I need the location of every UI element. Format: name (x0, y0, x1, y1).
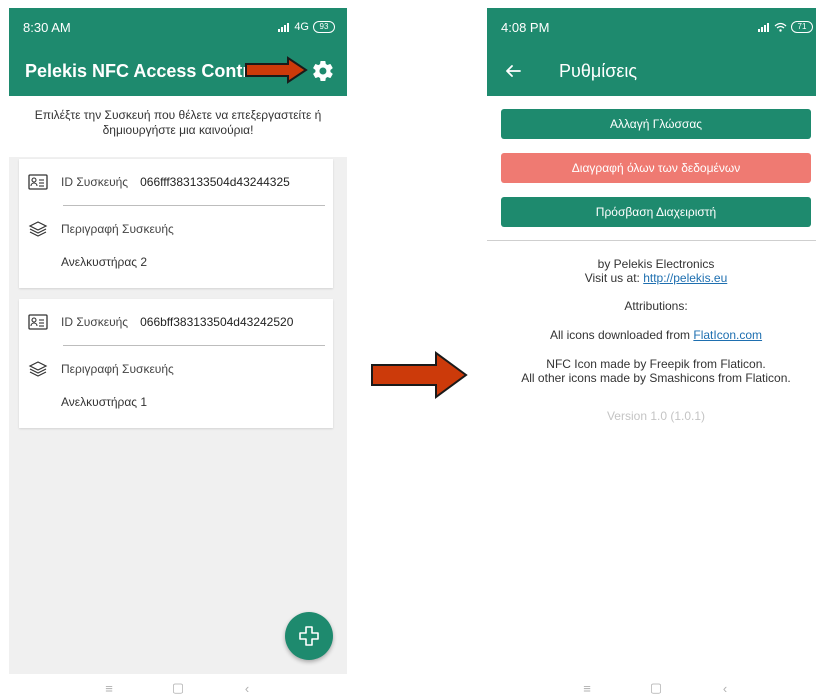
settings-screen: 4:08 PM 71 Ρυθμίσεις Αλλαγή Γλώσσας Διαγ… (487, 8, 816, 674)
status-bar: 8:30 AM 4G 93 (9, 8, 347, 46)
nav-bar-left: ≡ ▢ ‹ (9, 680, 347, 696)
arrow-left-icon (506, 65, 521, 77)
device-id-label: ID Συσκευής (61, 315, 129, 329)
wifi-icon (774, 22, 787, 32)
device-id-value: 066bff383133504d43242520 (140, 315, 294, 329)
menu-icon[interactable]: ≡ (579, 681, 595, 696)
id-card-icon (27, 171, 49, 193)
signal-icon (758, 22, 769, 32)
device-id-value: 066fff383133504d43244325 (140, 175, 290, 189)
website-link[interactable]: http://pelekis.eu (643, 271, 727, 285)
device-description-value: Ανελκυστήρας 2 (61, 255, 148, 269)
device-card[interactable]: ID Συσκευής 066fff383133504d43244325 Περ… (19, 159, 333, 288)
signal-icon (278, 22, 290, 32)
device-description-label: Περιγραφή Συσκευής (61, 362, 174, 376)
gear-icon (313, 60, 333, 82)
delete-all-data-button[interactable]: Διαγραφή όλων των δεδομένων (501, 153, 811, 183)
menu-icon[interactable]: ≡ (101, 681, 117, 696)
home-square-icon[interactable]: ▢ (170, 680, 186, 696)
layers-icon (27, 218, 49, 240)
add-device-button[interactable] (285, 612, 333, 660)
admin-access-button[interactable]: Πρόσβαση Διαχειριστή (501, 197, 811, 227)
layers-icon (27, 358, 49, 380)
back-chevron-icon[interactable]: ‹ (717, 681, 733, 696)
device-card[interactable]: ID Συσκευής 066bff383133504d43242520 Περ… (19, 299, 333, 428)
divider (487, 240, 816, 241)
annotation-arrow-icon (371, 351, 468, 399)
app-version: Version 1.0 (1.0.1) (606, 409, 706, 423)
device-description-label: Περιγραφή Συσκευής (61, 222, 174, 236)
nav-bar-right: ≡ ▢ ‹ (487, 680, 816, 696)
app-title: Pelekis NFC Access Control (25, 60, 266, 81)
about-section: by Pelekis Electronics Visit us at: http… (487, 257, 816, 385)
battery-icon: 71 (791, 21, 813, 33)
network-type: 4G (294, 21, 309, 33)
intro-text: Επιλέξτε την Συσκευή που θέλετε να επεξε… (9, 96, 347, 157)
id-card-icon (27, 311, 49, 333)
device-description-value: Ανελκυστήρας 1 (61, 395, 148, 409)
attributions-heading: Attributions: (624, 299, 688, 313)
settings-button[interactable] (311, 59, 335, 83)
status-time: 8:30 AM (23, 19, 71, 35)
nfc-icon-credit: NFC Icon made by Freepik from Flaticon. (546, 357, 766, 371)
device-id-label: ID Συσκευής (61, 175, 129, 189)
back-chevron-icon[interactable]: ‹ (239, 681, 255, 696)
device-list-screen: 8:30 AM 4G 93 Pelekis NFC Access Control… (9, 8, 347, 674)
home-square-icon[interactable]: ▢ (648, 680, 664, 696)
status-bar: 4:08 PM 71 (487, 8, 816, 46)
page-title: Ρυθμίσεις (559, 60, 638, 81)
status-time: 4:08 PM (501, 19, 550, 35)
plus-icon (299, 626, 319, 646)
flaticon-link[interactable]: FlatIcon.com (693, 328, 762, 342)
settings-content: Αλλαγή Γλώσσας Διαγραφή όλων των δεδομέν… (487, 96, 816, 674)
other-icons-credit: All other icons made by Smashicons from … (521, 371, 791, 385)
icons-source-label: All icons downloaded from (549, 328, 694, 342)
annotation-arrow-icon (245, 56, 308, 84)
stage: 8:30 AM 4G 93 Pelekis NFC Access Control… (0, 0, 816, 697)
back-button[interactable] (493, 51, 533, 91)
device-list: Επιλέξτε την Συσκευή που θέλετε να επεξε… (9, 96, 347, 674)
battery-icon: 93 (313, 21, 335, 33)
app-bar: Ρυθμίσεις (487, 46, 816, 96)
credits-by: by Pelekis Electronics (597, 257, 715, 271)
visit-label: Visit us at: (584, 271, 644, 285)
change-language-button[interactable]: Αλλαγή Γλώσσας (501, 109, 811, 139)
